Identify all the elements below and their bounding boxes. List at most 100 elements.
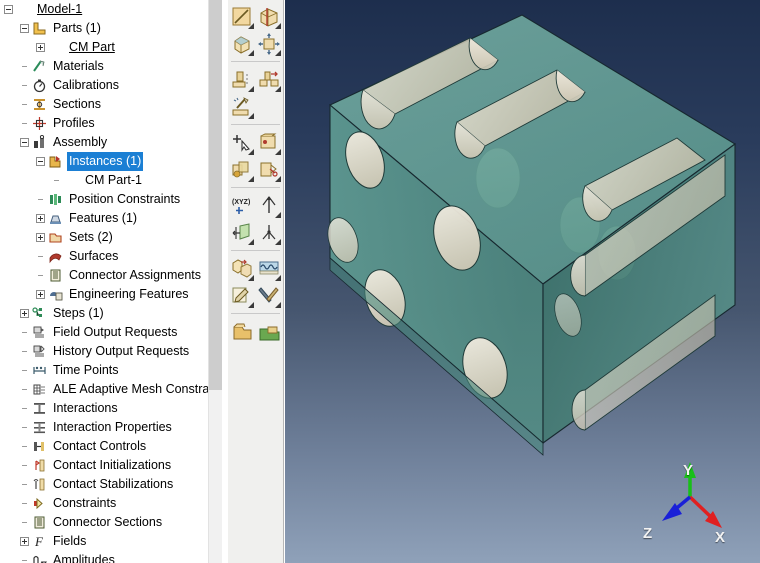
create-set-button[interactable]	[255, 129, 282, 156]
expand-icon[interactable]	[20, 537, 29, 546]
assembly-module-toolbar[interactable]: (XYZ)	[228, 0, 284, 563]
tree-branch-icon	[36, 252, 45, 261]
tree-item-materials[interactable]: Materials	[0, 57, 208, 76]
contact-init-icon	[32, 458, 47, 473]
apply-constraints-button[interactable]	[228, 93, 255, 120]
tree-item-interactions[interactable]: Interactions	[0, 399, 208, 418]
tree-item-instances-1[interactable]: Instances (1)	[0, 152, 208, 171]
create-constraint-face-to-face-button[interactable]	[255, 66, 282, 93]
flyout-arrow-icon[interactable]	[248, 23, 254, 29]
expand-icon[interactable]	[36, 233, 45, 242]
query-information-button[interactable]	[228, 129, 255, 156]
tree-item-parts-1[interactable]: Parts (1)	[0, 19, 208, 38]
tree-branch-icon	[20, 461, 29, 470]
create-datum-plane-button[interactable]	[228, 219, 255, 246]
toolbar-separator	[231, 187, 280, 188]
tree-item-position-constraints[interactable]: Position Constraints	[0, 190, 208, 209]
tree-item-label: CM Part-1	[85, 173, 142, 187]
flyout-arrow-icon[interactable]	[248, 86, 254, 92]
flyout-arrow-icon[interactable]	[275, 50, 281, 56]
collapse-icon[interactable]	[20, 24, 29, 33]
tree-item-constraints[interactable]: Constraints	[0, 494, 208, 513]
expand-icon[interactable]	[20, 309, 29, 318]
create-partition-button[interactable]	[255, 3, 282, 30]
tree-item-features-1[interactable]: Features (1)	[0, 209, 208, 228]
create-constraint-parallel-button[interactable]	[228, 66, 255, 93]
expand-icon[interactable]	[36, 43, 45, 52]
toolbar-separator	[231, 61, 280, 62]
create-mesh-part-button[interactable]	[255, 318, 282, 345]
flyout-arrow-icon[interactable]	[275, 23, 281, 29]
flyout-arrow-icon[interactable]	[248, 176, 254, 182]
tree-item-cm-part-1[interactable]: CM Part-1	[0, 171, 208, 190]
create-datum-line-button[interactable]	[228, 3, 255, 30]
flyout-arrow-icon[interactable]	[248, 149, 254, 155]
tree-item-label: Engineering Features	[69, 287, 189, 301]
tree-item-time-points[interactable]: Time Points	[0, 361, 208, 380]
tree-item-ale-adaptive-mesh-constraints[interactable]: ALE Adaptive Mesh Constraints	[0, 380, 208, 399]
flyout-arrow-icon[interactable]	[248, 50, 254, 56]
tree-item-profiles[interactable]: Profiles	[0, 114, 208, 133]
create-datum-csys-button[interactable]	[255, 219, 282, 246]
tree-item-contact-stabilizations[interactable]: Contact Stabilizations	[0, 475, 208, 494]
flyout-arrow-icon[interactable]	[275, 176, 281, 182]
tree-item-cm-part[interactable]: CM Part	[0, 38, 208, 57]
tree-item-connector-assignments[interactable]: Connector Assignments	[0, 266, 208, 285]
viewport-3d[interactable]: Y X Z	[285, 0, 760, 563]
tree-item-field-output-requests[interactable]: Field Output Requests	[0, 323, 208, 342]
tree-branch-icon	[20, 423, 29, 432]
merge-cut-instances-button[interactable]	[228, 156, 255, 183]
translate-instance-button[interactable]	[255, 30, 282, 57]
create-instance-button[interactable]	[228, 30, 255, 57]
tree-item-fields[interactable]: F Fields	[0, 532, 208, 551]
tree-item-amplitudes[interactable]: Amplitudes	[0, 551, 208, 563]
model-tree-panel[interactable]: Model-1 Parts (1) CM Part Materials Calibrat…	[0, 0, 208, 563]
tree-item-sections[interactable]: Sections	[0, 95, 208, 114]
model-tree-vertical-scrollbar[interactable]	[208, 0, 223, 563]
tree-item-history-output-requests[interactable]: History Output Requests	[0, 342, 208, 361]
radial-pattern-button[interactable]	[255, 255, 282, 282]
flyout-arrow-icon[interactable]	[248, 302, 254, 308]
flyout-arrow-icon[interactable]	[275, 275, 281, 281]
collapse-icon[interactable]	[36, 157, 45, 166]
tree-item-engineering-features[interactable]: Engineering Features	[0, 285, 208, 304]
tree-item-interaction-properties[interactable]: Interaction Properties	[0, 418, 208, 437]
edit-feature-button[interactable]	[228, 282, 255, 309]
tree-item-assembly[interactable]: Assembly	[0, 133, 208, 152]
flyout-arrow-icon[interactable]	[275, 302, 281, 308]
model-tree-list[interactable]: Model-1 Parts (1) CM Part Materials Calibrat…	[0, 0, 208, 563]
position-constraints-icon	[48, 192, 63, 207]
linear-pattern-button[interactable]	[228, 255, 255, 282]
tree-item-sets-2[interactable]: Sets (2)	[0, 228, 208, 247]
create-datum-point-xyz-button[interactable]: (XYZ)	[228, 192, 255, 219]
tree-item-label: Interactions	[53, 401, 118, 415]
create-part-from-instances-button[interactable]	[228, 318, 255, 345]
flyout-arrow-icon[interactable]	[275, 239, 281, 245]
flyout-arrow-icon[interactable]	[248, 239, 254, 245]
flyout-arrow-icon[interactable]	[275, 149, 281, 155]
expand-icon[interactable]	[36, 214, 45, 223]
create-datum-axis-button[interactable]	[255, 192, 282, 219]
assembly-icon	[32, 135, 47, 150]
tree-item-surfaces[interactable]: Surfaces	[0, 247, 208, 266]
flyout-arrow-icon[interactable]	[275, 212, 281, 218]
tree-item-calibrations[interactable]: Calibrations	[0, 76, 208, 95]
tree-item-contact-initializations[interactable]: Contact Initializations	[0, 456, 208, 475]
expand-icon[interactable]	[36, 290, 45, 299]
flyout-arrow-icon[interactable]	[248, 113, 254, 119]
tree-item-label: Constraints	[53, 496, 117, 510]
tree-item-model-1[interactable]: Model-1	[0, 0, 208, 19]
flyout-arrow-icon[interactable]	[275, 86, 281, 92]
tree-item-connector-sections[interactable]: Connector Sections	[0, 513, 208, 532]
toolbar-row	[228, 282, 283, 309]
flyout-arrow-icon[interactable]	[248, 275, 254, 281]
cut-instance-button[interactable]	[255, 156, 282, 183]
tree-item-steps-1[interactable]: Steps (1)	[0, 304, 208, 323]
feature-tools-button[interactable]	[255, 282, 282, 309]
collapse-icon[interactable]	[20, 138, 29, 147]
svg-text:(XYZ): (XYZ)	[232, 199, 250, 206]
surfaces-icon	[48, 249, 63, 264]
collapse-icon[interactable]	[4, 5, 13, 14]
tree-item-contact-controls[interactable]: Contact Controls	[0, 437, 208, 456]
scrollbar-thumb[interactable]	[209, 0, 223, 390]
